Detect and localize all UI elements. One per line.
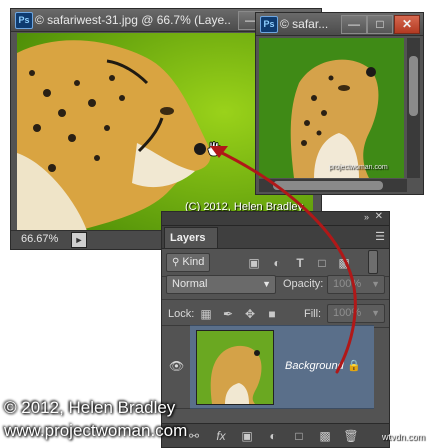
- copyright-text: © 2012, Helen Bradley: [4, 398, 176, 417]
- corner-logo: wtvdn.com: [382, 432, 426, 442]
- website-text: www.projectwoman.com: [4, 421, 188, 440]
- red-arrow-annotation: [210, 146, 357, 374]
